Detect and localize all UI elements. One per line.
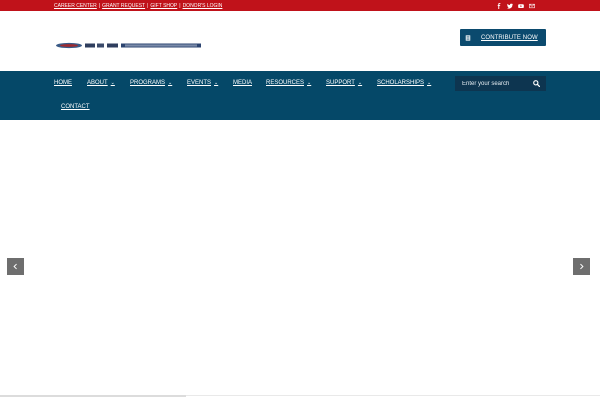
chevron-down-icon: ⌄ <box>427 80 432 86</box>
chevron-down-icon: ⌄ <box>307 80 312 86</box>
top-links: CAREER CENTER | GRANT REQUEST | GIFT SHO… <box>54 0 222 11</box>
main-nav: HOME ABOUT ⌄ PROGRAMS ⌄ EVENTS ⌄ MEDIA R… <box>0 71 600 120</box>
facebook-icon[interactable] <box>496 2 502 9</box>
nav-item-label: MEDIA <box>233 80 253 86</box>
search-input[interactable] <box>455 80 529 87</box>
slider-prev-button[interactable] <box>7 258 24 275</box>
search-box <box>455 76 546 91</box>
hero-slider <box>0 120 600 396</box>
chevron-down-icon: ⌄ <box>168 80 173 86</box>
nav-item-scholarships[interactable]: SCHOLARSHIPS ⌄ <box>377 77 431 89</box>
link-separator: | <box>98 2 101 9</box>
nav-item-programs[interactable]: PROGRAMS ⌄ <box>130 77 172 89</box>
donors-login-link[interactable]: DONOR'S LOGIN <box>183 3 223 9</box>
nav-item-label: ABOUT <box>87 80 108 86</box>
nav-item-label: EVENTS <box>187 80 212 86</box>
gift-shop-link[interactable]: GIFT SHOP <box>150 3 177 9</box>
chevron-right-icon <box>580 263 584 270</box>
link-separator: | <box>147 2 149 9</box>
link-separator: | <box>179 2 181 9</box>
twitter-icon[interactable] <box>507 3 513 9</box>
nav-item-contact[interactable]: CONTACT <box>61 101 90 113</box>
chevron-left-icon <box>13 263 17 270</box>
nav-item-about[interactable]: ABOUT ⌄ <box>87 77 115 89</box>
slider-progress-track <box>0 395 186 397</box>
nav-item-events[interactable]: EVENTS ⌄ <box>187 77 218 89</box>
nav-item-label: PROGRAMS <box>130 80 166 86</box>
nav-item-support[interactable]: SUPPORT ⌄ <box>326 77 362 89</box>
nav-item-label: CONTACT <box>61 104 90 110</box>
nav-item-home[interactable]: HOME <box>54 77 72 89</box>
contribute-now-button[interactable]: CONTRIBUTE NOW <box>460 29 546 46</box>
top-bar: CAREER CENTER | GRANT REQUEST | GIFT SHO… <box>0 0 600 11</box>
chevron-down-icon: ⌄ <box>357 80 363 86</box>
chevron-down-icon: ⌄ <box>214 80 219 86</box>
nav-item-label: HOME <box>54 80 72 86</box>
nav-item-label: SCHOLARSHIPS <box>377 80 425 86</box>
contribute-now-label: CONTRIBUTE NOW <box>481 34 538 41</box>
slider-next-button[interactable] <box>573 258 590 275</box>
nav-item-label: RESOURCES <box>266 80 305 86</box>
site-header: CONTRIBUTE NOW <box>0 11 600 71</box>
search-icon[interactable] <box>533 80 540 87</box>
email-icon[interactable] <box>529 3 535 9</box>
nav-item-resources[interactable]: RESOURCES ⌄ <box>266 77 311 89</box>
grant-request-link[interactable]: GRANT REQUEST <box>102 3 145 9</box>
youtube-icon[interactable] <box>518 3 524 9</box>
chevron-down-icon: ⌄ <box>110 80 115 86</box>
site-logo[interactable] <box>55 36 203 49</box>
nav-item-media[interactable]: MEDIA <box>233 77 252 89</box>
document-icon <box>465 34 471 41</box>
career-center-link[interactable]: CAREER CENTER <box>54 3 97 9</box>
nav-item-label: SUPPORT <box>326 80 355 86</box>
social-links <box>496 0 535 11</box>
